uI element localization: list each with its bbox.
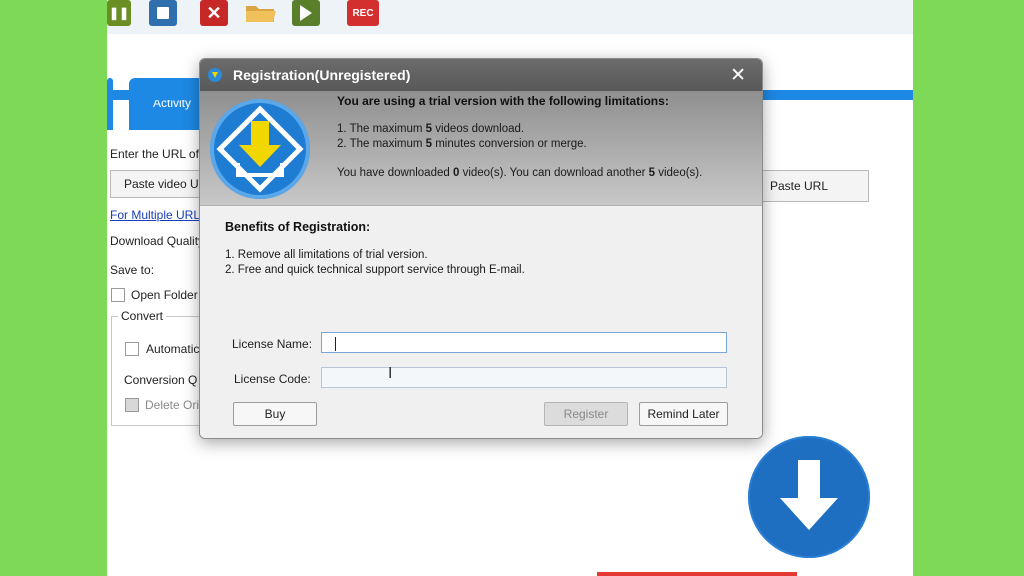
app-icon [208, 68, 222, 82]
stop-button[interactable] [149, 0, 177, 26]
text-caret [335, 337, 336, 351]
limitation-1: 1. The maximum 5 videos download. [337, 123, 525, 135]
download-count-text: You have downloaded 0 video(s). You can … [337, 167, 703, 179]
enter-url-label: Enter the URL of [110, 147, 199, 161]
registration-dialog: Registration(Unregistered) ✕ You are usi… [199, 58, 763, 439]
remind-later-button[interactable]: Remind Later [639, 402, 728, 426]
progress-strip [597, 572, 797, 576]
save-to-label: Save to: [110, 263, 155, 277]
pause-button[interactable]: ❚❚ [107, 0, 131, 26]
license-name-label: License Name: [232, 337, 313, 351]
limitations-title: You are using a trial version with the f… [337, 94, 669, 108]
limitation-2: 2. The maximum 5 minutes conversion or m… [337, 138, 587, 150]
benefit-2: 2. Free and quick technical support serv… [225, 264, 525, 276]
license-code-input[interactable] [321, 367, 727, 388]
download-button[interactable] [748, 436, 870, 558]
license-code-label: License Code: [234, 372, 311, 386]
dialog-title-bar: Registration(Unregistered) ✕ [200, 59, 762, 91]
tab-edge [107, 78, 113, 130]
app-logo [210, 99, 310, 199]
license-name-input[interactable] [321, 332, 727, 353]
conversion-quality-label: Conversion Q [124, 373, 198, 387]
folder-icon [246, 6, 276, 22]
dialog-title: Registration(Unregistered) [233, 67, 411, 83]
delete-original-label: Delete Ori [145, 398, 200, 412]
paste-video-url-button[interactable]: Paste video U [110, 170, 210, 198]
register-button[interactable]: Register [544, 402, 628, 426]
delete-original-checkbox[interactable] [125, 398, 139, 412]
toolbar: ❚❚ ✕ REC [107, 0, 913, 35]
benefit-1: 1. Remove all limitations of trial versi… [225, 249, 428, 261]
close-icon[interactable]: ✕ [730, 64, 746, 87]
play-button[interactable] [292, 0, 320, 26]
multiple-urls-link[interactable]: For Multiple URLs [110, 208, 206, 222]
record-button[interactable]: REC [347, 0, 379, 26]
paste-url-button[interactable]: Paste URL [747, 170, 869, 202]
pause-icon: ❚❚ [108, 6, 130, 20]
download-quality-label: Download Quality [110, 234, 205, 248]
open-folder-button[interactable] [244, 0, 278, 26]
record-icon: REC [352, 7, 374, 19]
automatic-checkbox[interactable] [125, 342, 139, 356]
delete-icon: ✕ [206, 2, 222, 23]
download-arrow-icon [780, 460, 838, 530]
automatic-label: Automatic [146, 342, 200, 356]
convert-group-label: Convert [118, 309, 167, 323]
ibeam-cursor-icon: I [388, 365, 393, 382]
paste-video-label: Paste video U [124, 177, 199, 191]
limitations-panel: You are using a trial version with the f… [200, 91, 762, 206]
delete-button[interactable]: ✕ [200, 0, 228, 26]
download-logo-icon [216, 105, 304, 193]
benefits-title: Benefits of Registration: [225, 220, 371, 234]
buy-button[interactable]: Buy [233, 402, 317, 426]
open-folder-checkbox[interactable] [111, 288, 125, 302]
open-folder-label: Open Folder [131, 288, 198, 302]
paste-url-label: Paste URL [770, 179, 829, 193]
